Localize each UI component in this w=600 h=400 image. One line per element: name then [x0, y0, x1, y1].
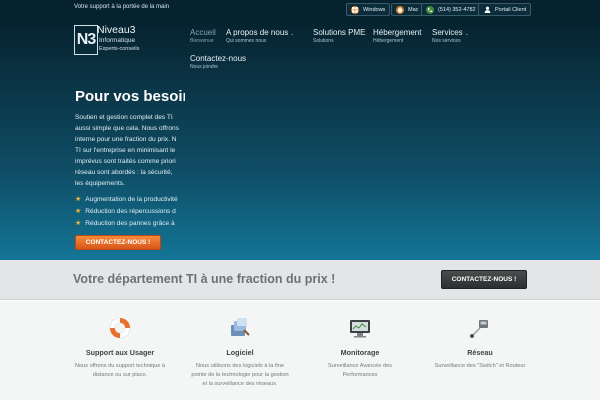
feature-title: Monitorage [340, 348, 380, 357]
hero-line: aussi simple que cela. Nous offrons [75, 125, 179, 132]
windows-button[interactable]: Windows [346, 3, 391, 16]
nav-sublabel: Hébergement [373, 38, 404, 44]
logo-tagline: Experts-conseils [99, 46, 140, 52]
feature-desc: Surveillance des "Switch" et Routeur [434, 363, 526, 369]
benefit-text: Augmentation de la productivité [85, 195, 178, 203]
benefit-text: Réduction des pannes grâce à [85, 219, 175, 227]
feature-desc: Nous utilisons des logiciels à la fine p… [191, 363, 289, 387]
hero-title: Pour vos besoins [75, 88, 185, 105]
logo[interactable]: N3 Niveau3 Informatique Experts-conseils [74, 24, 152, 57]
list-item: ★ Réduction des pannes grâce à [75, 217, 185, 229]
nav-item-accueil[interactable]: Accueil Bienvenue [190, 28, 216, 44]
list-item: ★ Réduction des répercussions d [75, 205, 185, 217]
apple-icon [396, 5, 404, 14]
logo-mark: N3 [74, 25, 98, 55]
logo-subtitle: Informatique [99, 37, 136, 44]
nav-sublabel: Nos services [432, 38, 461, 44]
star-icon: ★ [75, 196, 82, 203]
nav-label: Services [432, 28, 463, 37]
phone-button[interactable]: (514) 352-4782 [421, 3, 481, 16]
chevron-down-icon: ⌄ [290, 31, 295, 37]
logo-name: Niveau3 [97, 24, 136, 36]
nav-sublabel: Bienvenue [190, 38, 214, 44]
nav-item-a-propos[interactable]: A propos de nous ⌄ Qui sommes nous [226, 28, 294, 44]
list-item: ★ Augmentation de la productivité [75, 193, 185, 205]
band-contact-button[interactable]: CONTACTEZ-NOUS ! [441, 270, 527, 289]
client-portal-label: Portail Client [495, 6, 527, 13]
feature-title: Support aux Usager [85, 348, 155, 357]
feature-desc: Nous offrons du support technique à dist… [74, 363, 166, 378]
nav-item-solutions-pme[interactable]: Solutions PME Solutions [313, 28, 365, 44]
software-icon [228, 316, 252, 340]
nav-item-services[interactable]: Services ⌄ Nos services [432, 28, 469, 44]
star-icon: ★ [75, 220, 82, 227]
user-icon [483, 6, 491, 14]
phone-icon [426, 5, 434, 14]
mac-label: Mac [408, 6, 419, 13]
nav-item-contact[interactable]: Contactez-nous Nous joindre [190, 54, 246, 70]
network-icon [468, 316, 492, 340]
hero-line: les équipements. [75, 180, 125, 187]
hero-line: interne pour une fraction du prix. N [75, 136, 177, 143]
hero-paragraph: Soutien et gestion complet des TI aussi … [75, 112, 185, 204]
hero-line: Soutien et gestion complet des TI [75, 114, 173, 121]
nav-sublabel: Qui sommes nous [226, 38, 267, 44]
benefit-text: Réduction des répercussions d [85, 207, 176, 215]
nav-label: Accueil [190, 28, 216, 37]
top-bar: Votre support à la portée de la main Win… [0, 0, 600, 18]
nav-item-hebergement[interactable]: Hébergement Hébergement [373, 28, 421, 44]
chevron-down-icon: ⌄ [464, 31, 469, 37]
feature-title: Logiciel [226, 348, 254, 357]
hero-line: TI sur l'entreprise en minimisant le [75, 147, 176, 154]
client-portal-button[interactable]: Portail Client [478, 3, 532, 16]
promo-headline: Votre département TI à une fraction du p… [73, 272, 336, 286]
phone-label: (514) 352-4782 [438, 6, 476, 13]
nav-label: Solutions PME [313, 28, 366, 37]
hero-contact-button[interactable]: CONTACTEZ-NOUS ! [75, 235, 161, 250]
hero-line: imprévus sont traités comme priori [75, 158, 176, 165]
lifebuoy-icon [108, 316, 132, 340]
feature-title: Réseau [467, 348, 493, 357]
features-section: Support aux Usager Nous offrons du suppo… [0, 301, 600, 400]
mac-button[interactable]: Mac [391, 3, 424, 16]
feature-desc: Surveillance Avancée des Performances [328, 363, 392, 378]
nav-sublabel: Nous joindre [190, 64, 219, 70]
monitor-icon [348, 316, 372, 340]
nav-label: A propos de nous [226, 28, 289, 37]
nav-label: Hébergement [373, 28, 422, 37]
top-tagline: Votre support à la portée de la main [74, 4, 170, 10]
nav-sublabel: Solutions [313, 38, 334, 44]
hero-line: réseau sont abordés : la sécurité, [75, 169, 173, 176]
windows-icon [351, 5, 359, 14]
benefit-list: ★ Augmentation de la productivité ★ Rédu… [75, 193, 185, 229]
star-icon: ★ [75, 208, 82, 215]
windows-label: Windows [363, 6, 386, 13]
nav-label: Contactez-nous [190, 54, 247, 63]
